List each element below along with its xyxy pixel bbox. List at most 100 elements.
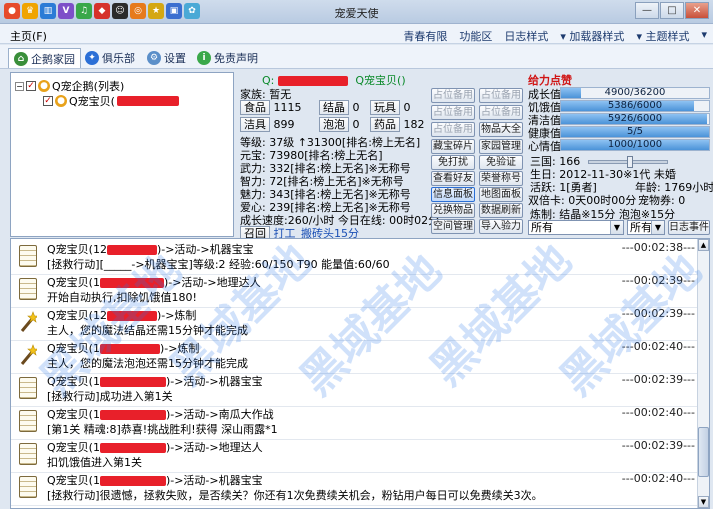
placeholder-button-5[interactable]: 占位备用 [431,122,475,137]
item-catalog-button[interactable]: 物品大全 [479,122,523,137]
log-filter-select-2[interactable]: 所有 ▼ [627,220,665,235]
log-title: Q宠宝贝(1 )->活动->机器宝宝 [47,472,263,488]
collapse-icon[interactable]: − [15,81,24,91]
log-scrollbar[interactable]: ▲ ▼ [697,239,709,508]
title-bar: ● ♛ ▥ V ♫ ◆ ☺ ◎ ★ ▣ ✿ 宠爱天使 — □ ✕ [0,0,713,24]
tab-penguin-home[interactable]: ⌂ 企鹅家园 [8,48,81,68]
menu-youth[interactable]: 青春有限 [403,28,447,44]
redacted-qq [99,344,160,354]
log-detail: 主人，您的魔法结晶还需15分钟才能完成 [47,324,248,337]
redacted-qq [99,476,166,486]
log-action: )->活动->地理达人 [165,441,263,454]
no-verify-button[interactable]: 免验证 [479,155,523,170]
clean-button[interactable]: 洁具 [240,117,270,132]
log-action: )->活动->机器宝宝 [165,474,263,487]
chevron-down-icon[interactable]: ▼ [610,221,623,234]
stat-mood-label: 心情值 [528,140,561,153]
log-entry: Q宠宝贝(1)->活动->南瓜大作战 [第1关 精魂:8]恭喜!挑战胜利!获得 … [11,404,699,440]
gear-icon: ⚙ [147,51,161,65]
no-disturb-button[interactable]: 免打扰 [431,155,475,170]
exchange-items-button[interactable]: 兑换物品 [431,203,475,218]
scroll-up-arrow[interactable]: ▲ [698,239,709,251]
tab-disclaimer[interactable]: i 免责声明 [192,48,263,68]
redacted-qq [106,311,157,321]
info-panel-button[interactable]: 信息面板 [431,187,475,202]
log-detail: [拯救行动]很遗憾，拯救失败，是否续关？你还有1次免费续关机会，粉钻用户每日可以… [47,489,543,502]
menu-function-area[interactable]: 功能区 [459,28,492,44]
menu-loader-style[interactable]: ▾ 加载器样式 [560,28,624,44]
log-action: )->炼制 [156,309,197,322]
menu-theme-style[interactable]: ▾ 主题样式 [636,28,689,44]
stat-health-bar: 5/5 [560,126,710,138]
home-manage-button[interactable]: 家园管理 [479,139,523,154]
tab-settings[interactable]: ⚙ 设置 [142,48,191,68]
log-entry: Q宠宝贝(1)->活动->机器宝宝 [拯救行动]成功进入第1关 ---00:02… [11,371,699,407]
crystal-button[interactable]: 结晶 [319,100,349,115]
treasure-fragment-button[interactable]: 藏宝碎片 [431,139,475,154]
log-pet: Q宠宝贝(1 [47,276,100,289]
close-button[interactable]: ✕ [685,2,709,19]
log-filter-2-value: 所有 [630,221,652,234]
tree-child-label: Q宠宝贝( [69,95,115,108]
refresh-data-button[interactable]: 数据刷新 [479,203,523,218]
bubble-value: 0 [352,118,360,131]
log-events-button[interactable]: 日志事件 [668,220,710,235]
placeholder-button-2[interactable]: 占位备用 [479,88,523,103]
tree-child-checkbox[interactable]: ✓ [43,96,53,106]
bubble-button[interactable]: 泡泡 [319,117,349,132]
log-time: ---00:02:40--- [621,340,695,353]
medicine-button[interactable]: 药品 [370,117,400,132]
maximize-button[interactable]: □ [660,2,684,19]
log-filter-1-value: 所有 [531,221,553,234]
map-panel-button[interactable]: 地图面板 [479,187,523,202]
log-detail: [拯救行动]成功进入第1关 [47,390,173,403]
tree-root-checkbox[interactable]: ✓ [26,81,36,91]
log-filter-select-1[interactable]: 所有 ▼ [528,220,624,235]
log-pet: Q宠宝贝(12 [47,243,107,256]
tree-child[interactable]: ✓ ● Q宠宝贝( [43,94,179,108]
log-action: )->活动->机器宝宝 [156,243,254,256]
placeholder-button-1[interactable]: 占位备用 [431,88,475,103]
tree-root-label: Q宠企鹅(列表) [52,80,125,93]
log-action: )->活动->机器宝宝 [165,375,263,388]
log-title: Q宠宝贝(1 )->活动->地理达人 [47,439,263,455]
tab-club[interactable]: ✦ 俱乐部 [80,48,140,68]
tab-settings-label: 设置 [164,52,186,65]
honor-title-button[interactable]: 荣誉称号 [479,171,523,186]
redacted-qq [106,245,157,255]
medicine-value: 182 [403,118,425,131]
import-verify-button[interactable]: 导入验力 [479,219,523,234]
log-title: Q宠宝贝(1 )->活动->地理达人 [47,274,261,290]
minimize-button[interactable]: — [635,2,659,19]
toy-button[interactable]: 玩具 [370,100,400,115]
notepad-icon [19,410,37,432]
placeholder-button-4[interactable]: 占位备用 [479,105,523,120]
menu-log-style[interactable]: 日志样式 [504,28,548,44]
menu-home[interactable]: 主页(F) [10,28,47,44]
chevron-down-icon[interactable]: ▼ [651,221,664,234]
tree-root[interactable]: − ✓ ● Q宠企鹅(列表) [15,79,124,93]
menu-more[interactable]: ▾ [701,28,707,44]
food-button[interactable]: 食品 [240,100,270,115]
view-friends-button[interactable]: 查看好友 [431,171,475,186]
log-action: )->活动->地理达人 [163,276,261,289]
scroll-thumb[interactable] [698,427,709,477]
placeholder-button-3[interactable]: 占位备用 [431,105,475,120]
log-detail: 扣饥饿值进入第1关 [47,456,142,469]
log-time: ---00:02:40--- [621,406,695,419]
log-pet: Q宠宝贝(1 [47,441,100,454]
redacted-qq [99,278,164,288]
redacted-qq [99,443,166,453]
space-manage-button[interactable]: 空间管理 [431,219,475,234]
log-entry: Q宠宝贝(12)->活动->机器宝宝 [拯救行动][_____->机器宝宝]等级… [11,239,699,275]
sanguo-slider[interactable] [587,156,668,168]
menu-bar: 主页(F) 青春有限 功能区 日志样式 ▾ 加载器样式 ▾ 主题样式 ▾ [0,24,713,44]
notepad-icon [19,377,37,399]
log-entry: Q宠宝贝(1)->炼制 主人，您的魔法泡泡还需15分钟才能完成 ---00:02… [11,338,699,374]
pet-header-pet: Q宠宝贝() [355,74,406,87]
log-pet: Q宠宝贝(1 [47,474,100,487]
tab-club-label: 俱乐部 [102,52,135,65]
scroll-down-arrow[interactable]: ▼ [698,496,709,508]
food-value: 1115 [273,101,302,114]
info-icon: i [197,51,211,65]
